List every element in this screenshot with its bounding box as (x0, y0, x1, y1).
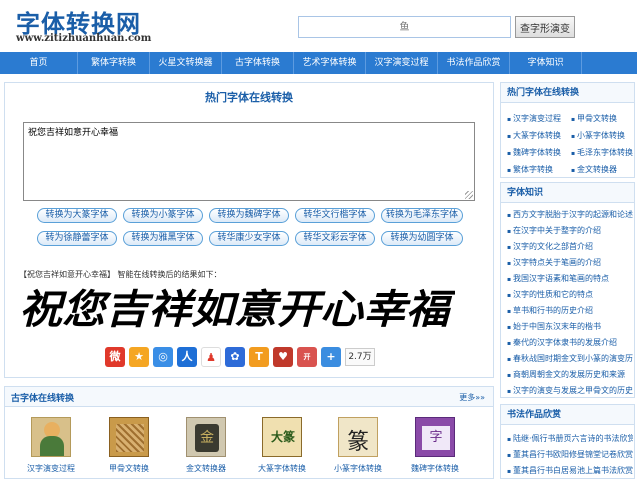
nav-item-traditional[interactable]: 繁体字转换 (78, 52, 150, 74)
qq-share-icon[interactable]: ♟ (201, 347, 221, 367)
sidebar-convert-link[interactable]: 魏碑字体转换 (507, 147, 561, 158)
nav-item-martian[interactable]: 火星文转换器 (150, 52, 222, 74)
text-input-value: 祝您吉祥如意开心幸福 (28, 128, 119, 138)
sidebar-convert-link[interactable]: 甲骨文转换 (571, 113, 617, 124)
ancient-item-label[interactable]: 大篆字体转换 (242, 463, 322, 474)
dazhuan-thumbnail-glyph: 大篆 (270, 430, 295, 444)
sidebar-convert-panel: 热门字体在线转换 汉字演变过程 甲骨文转换 大篆字体转换 小篆字体转换 魏碑字体… (500, 82, 635, 178)
knowledge-list-item[interactable]: 在汉字中关于整字的介绍 (507, 225, 633, 236)
bronze-thumbnail[interactable]: 金 (186, 417, 226, 457)
ancient-font-title: 古字体在线转换 (11, 394, 75, 404)
calligraphy-result-image: 祝您吉祥如意开心幸福 (19, 286, 455, 333)
douban-share-icon[interactable]: ♥ (273, 347, 293, 367)
qzone-share-icon[interactable]: ★ (129, 347, 149, 367)
convert-yahei-button[interactable]: 转换为雅黑字体 (123, 231, 203, 246)
nav-item-art[interactable]: 艺术字体转换 (294, 52, 366, 74)
share-count: 2.7万 (345, 348, 375, 366)
ancient-font-header: 古字体在线转换 更多»» (5, 387, 493, 407)
convert-youyuan-button[interactable]: 转换为幼圆字体 (381, 231, 463, 246)
works-list-item[interactable]: 陆继·佩行书册页六言诗的书法欣赏 (507, 433, 633, 444)
ancient-item-label[interactable]: 甲骨文转换 (89, 463, 169, 474)
knowledge-list-item[interactable]: 汉字的文化之部首介绍 (507, 241, 633, 252)
weibei-thumbnail-glyph: 字 (422, 426, 450, 450)
converter-panel: 热门字体在线转换 祝您吉祥如意开心幸福 转换为大篆字体 转换为小篆字体 转换为魏… (4, 82, 494, 378)
sidebar-convert-title: 热门字体在线转换 (501, 83, 634, 103)
kaixin-share-icon[interactable]: 开 (297, 347, 317, 367)
bronze-thumbnail-glyph: 金 (195, 424, 219, 452)
knowledge-list-item[interactable]: 草书和行书的历史介绍 (507, 305, 633, 316)
evolution-thumbnail[interactable] (31, 417, 71, 457)
tianya-share-icon[interactable]: T (249, 347, 269, 367)
weibei-thumbnail[interactable]: 字 (415, 417, 455, 457)
xiaozhuan-thumbnail[interactable]: 篆 (338, 417, 378, 457)
knowledge-list-item[interactable]: 春秋战国时期金文到小篆的演变历 (507, 353, 633, 364)
search-input[interactable] (298, 16, 511, 38)
dazhuan-thumbnail[interactable]: 大篆 (262, 417, 302, 457)
knowledge-list-item[interactable]: 秦代的汉字体隶书的发展介绍 (507, 337, 633, 348)
knowledge-list-item[interactable]: 西方文字脱胎于汉字的起源和论述 (507, 209, 633, 220)
ancient-item-label[interactable]: 金文转换器 (166, 463, 246, 474)
ancient-item-label[interactable]: 小篆字体转换 (318, 463, 398, 474)
knowledge-list-item[interactable]: 始于中国东汉末年的楷书 (507, 321, 633, 332)
works-list-item[interactable]: 董其昌行书欧阳修昼锦堂记卷欣赏 (507, 449, 633, 460)
sidebar-convert-link[interactable]: 金文转换器 (571, 164, 617, 175)
baidu-share-icon[interactable]: ✿ (225, 347, 245, 367)
sidebar-knowledge-title: 字体知识 (501, 183, 634, 203)
ancient-more-link[interactable]: 更多»» (459, 392, 485, 403)
sidebar-convert-link[interactable]: 毛泽东字体转换 (571, 147, 633, 158)
calligraphy-result-text: 祝您吉祥如意开心幸福 (19, 286, 455, 333)
renren-share-icon[interactable]: 人 (177, 347, 197, 367)
resize-grip-icon[interactable] (465, 191, 473, 199)
nav-item-knowledge[interactable]: 字体知识 (510, 52, 582, 74)
tencent-weibo-share-icon[interactable]: ◎ (153, 347, 173, 367)
site-url: www.zitizhuanhuan.com (16, 33, 152, 44)
text-input-area[interactable]: 祝您吉祥如意开心幸福 (23, 122, 475, 201)
convert-weibei-button[interactable]: 转换为魏碑字体 (209, 208, 289, 223)
knowledge-list-item[interactable]: 汉字特点关于笔画的介绍 (507, 257, 633, 268)
knowledge-list-item[interactable]: 我国汉字语素和笔画的特点 (507, 273, 633, 284)
convert-xujinglei-button[interactable]: 转为徐静蕾字体 (37, 231, 117, 246)
convert-dazhuan-button[interactable]: 转换为大篆字体 (37, 208, 117, 223)
nav-item-ancient[interactable]: 古字体转换 (222, 52, 294, 74)
sidebar-knowledge-panel: 字体知识 西方文字脱胎于汉字的起源和论述 在汉字中关于整字的介绍 汉字的文化之部… (500, 182, 635, 398)
knowledge-list-item[interactable]: 汉字的演变与发展之甲骨文的历史 (507, 385, 633, 396)
main-nav: 首页 繁体字转换 火星文转换器 古字体转换 艺术字体转换 汉字演变过程 书法作品… (0, 52, 637, 74)
knowledge-list-item[interactable]: 汉字的性质和它的特点 (507, 289, 633, 300)
sidebar-works-panel: 书法作品欣赏 陆继·佩行书册页六言诗的书法欣赏 董其昌行书欧阳修昼锦堂记卷欣赏 … (500, 404, 635, 479)
sidebar-works-title: 书法作品欣赏 (501, 405, 634, 425)
weibo-share-icon[interactable]: 微 (105, 347, 125, 367)
more-share-icon[interactable]: + (321, 347, 341, 367)
sidebar-convert-link[interactable]: 大篆字体转换 (507, 130, 561, 141)
convert-xingkai-button[interactable]: 转华文行楷字体 (295, 208, 375, 223)
nav-item-calligraphy[interactable]: 书法作品欣赏 (438, 52, 510, 74)
header: 字体转换网 www.zitizhuanhuan.com 查字形演变 (0, 0, 637, 52)
sidebar-convert-link[interactable]: 繁体字转换 (507, 164, 553, 175)
convert-xiaozhuan-button[interactable]: 转换为小篆字体 (123, 208, 203, 223)
oracle-thumbnail[interactable] (109, 417, 149, 457)
result-caption: 【祝您吉祥如意开心幸福】 智能在线转换后的结果如下： (19, 270, 222, 279)
xiaozhuan-thumbnail-glyph: 篆 (346, 430, 369, 455)
convert-caiyun-button[interactable]: 转华文彩云字体 (295, 231, 375, 246)
nav-item-evolution[interactable]: 汉字演变过程 (366, 52, 438, 74)
nav-item-home[interactable]: 首页 (0, 52, 78, 74)
sidebar-convert-link[interactable]: 小篆字体转换 (571, 130, 625, 141)
sidebar-convert-link[interactable]: 汉字演变过程 (507, 113, 561, 124)
converter-title: 热门字体在线转换 (205, 91, 293, 104)
works-list-item[interactable]: 董其昌行书白居易池上篇书法欣赏 (507, 465, 633, 476)
search-button[interactable]: 查字形演变 (515, 16, 575, 38)
ancient-font-panel: 古字体在线转换 更多»» 金 大篆 篆 字 汉字演变过程 甲骨文转换 金文转换器… (4, 386, 494, 479)
convert-shaonv-button[interactable]: 转华康少女字体 (209, 231, 289, 246)
ancient-item-label[interactable]: 汉字演变过程 (11, 463, 91, 474)
ancient-item-label[interactable]: 魏碑字体转换 (395, 463, 475, 474)
knowledge-list-item[interactable]: 商朝周朝金文的发展历史和来源 (507, 369, 633, 380)
convert-maozedong-button[interactable]: 转换为毛泽东字体 (381, 208, 463, 223)
